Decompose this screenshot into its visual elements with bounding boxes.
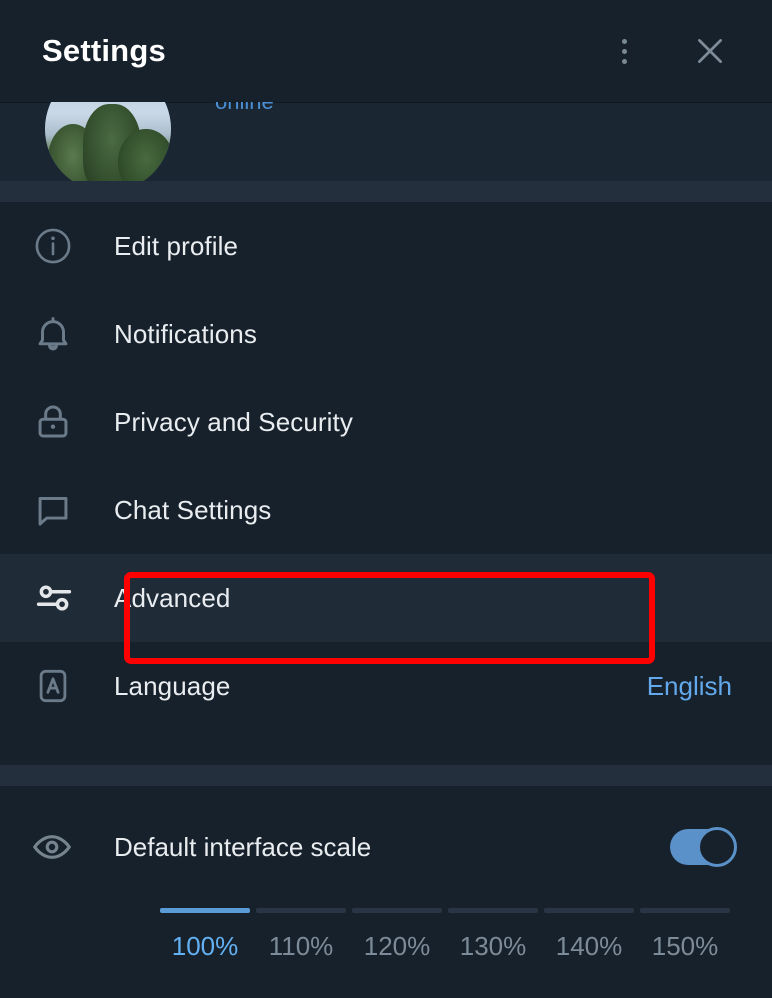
- scale-segment-110[interactable]: [256, 908, 346, 913]
- interface-scale-section: Default interface scale 100% 110% 120% 1…: [0, 786, 772, 962]
- lock-icon: [26, 401, 114, 443]
- sidebar-item-privacy-and-security[interactable]: Privacy and Security: [0, 378, 772, 466]
- more-options-button[interactable]: [598, 25, 650, 77]
- scale-segment-140[interactable]: [544, 908, 634, 913]
- sliders-icon: [26, 576, 114, 620]
- close-icon: [698, 39, 722, 63]
- sidebar-item-language[interactable]: Language English: [0, 642, 772, 730]
- scale-segments: [160, 908, 730, 913]
- section-divider-top: [0, 181, 772, 202]
- language-a-icon: [26, 665, 114, 707]
- chat-bubble-icon: [26, 489, 114, 531]
- sidebar-item-advanced[interactable]: Advanced: [0, 554, 772, 642]
- interface-scale-slider[interactable]: 100% 110% 120% 130% 140% 150%: [160, 908, 730, 962]
- sidebar-item-notifications[interactable]: Notifications: [0, 290, 772, 378]
- settings-panel: Settings online: [0, 0, 772, 998]
- scale-option-150[interactable]: 150%: [640, 931, 730, 962]
- settings-header: Settings: [0, 0, 772, 102]
- scale-segment-150[interactable]: [640, 908, 730, 913]
- scale-option-130[interactable]: 130%: [448, 931, 538, 962]
- default-interface-scale-row[interactable]: Default interface scale: [0, 786, 772, 908]
- page-title: Settings: [42, 33, 166, 68]
- profile-summary[interactable]: online: [0, 66, 772, 192]
- scale-option-120[interactable]: 120%: [352, 931, 442, 962]
- scale-option-110[interactable]: 110%: [256, 931, 346, 962]
- sidebar-item-label: Notifications: [114, 318, 257, 349]
- info-circle-icon: [26, 225, 114, 267]
- scale-option-labels: 100% 110% 120% 130% 140% 150%: [160, 931, 730, 962]
- scale-option-100[interactable]: 100%: [160, 931, 250, 962]
- scale-option-140[interactable]: 140%: [544, 931, 634, 962]
- default-interface-scale-toggle[interactable]: [670, 827, 737, 867]
- sidebar-item-label: Advanced: [114, 582, 231, 613]
- sidebar-item-chat-settings[interactable]: Chat Settings: [0, 466, 772, 554]
- more-vertical-icon: [621, 38, 627, 64]
- eye-icon: [26, 825, 114, 869]
- default-interface-scale-label: Default interface scale: [114, 831, 372, 862]
- scale-segment-120[interactable]: [352, 908, 442, 913]
- sidebar-item-label: Chat Settings: [114, 494, 272, 525]
- section-divider-bottom: [0, 765, 772, 786]
- header-actions: [598, 25, 736, 77]
- sidebar-item-label: Language: [114, 670, 231, 701]
- sidebar-item-label: Edit profile: [114, 230, 239, 261]
- sidebar-item-edit-profile[interactable]: Edit profile: [0, 202, 772, 290]
- language-value[interactable]: English: [647, 671, 732, 702]
- toggle-knob: [697, 827, 737, 867]
- scale-segment-100[interactable]: [160, 908, 250, 913]
- settings-menu-list: Edit profile Notifications Privacy and S…: [0, 202, 772, 730]
- sidebar-item-label: Privacy and Security: [114, 406, 353, 437]
- bell-icon: [26, 313, 114, 355]
- close-button[interactable]: [684, 25, 736, 77]
- scale-segment-130[interactable]: [448, 908, 538, 913]
